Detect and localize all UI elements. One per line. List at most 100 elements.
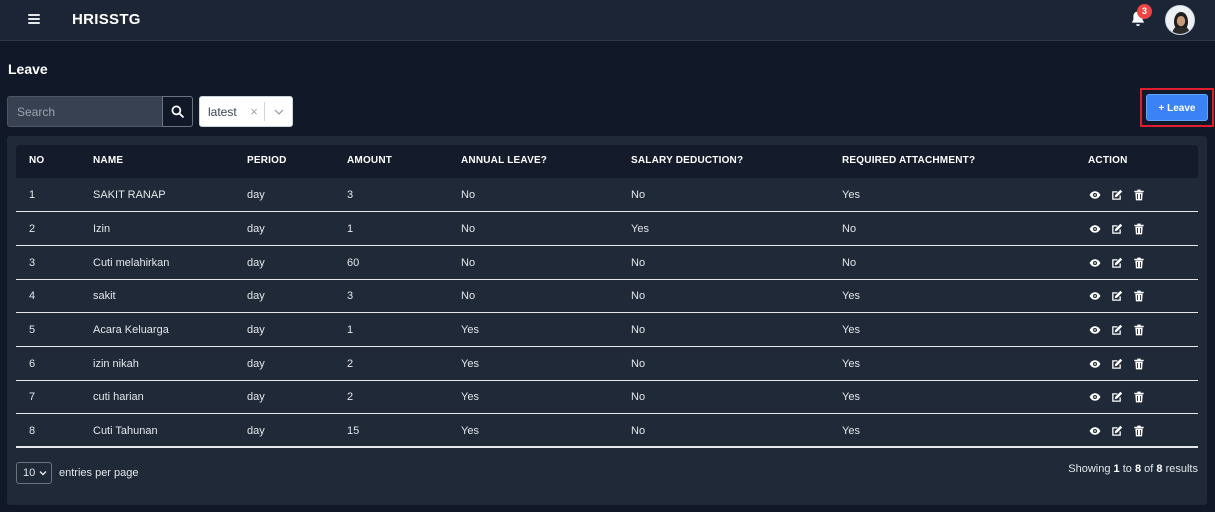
table-row: 2 Izin day 1 No Yes No: [16, 212, 1198, 246]
table-row: 5 Acara Keluarga day 1 Yes No Yes: [16, 313, 1198, 347]
cell-amount: 2: [347, 358, 354, 370]
menu-icon[interactable]: [28, 13, 40, 25]
row-actions: [1088, 188, 1146, 202]
cell-annual-leave: Yes: [461, 358, 479, 370]
cell-salary-deduction: No: [631, 425, 646, 437]
cell-salary-deduction: No: [631, 391, 646, 403]
column-header-annual-leave[interactable]: ANNUAL LEAVE?: [461, 155, 547, 166]
cell-required-attachment: Yes: [842, 358, 860, 370]
cell-name: Izin: [93, 223, 111, 235]
cell-annual-leave: Yes: [461, 324, 479, 336]
cell-required-attachment: No: [842, 223, 857, 235]
cell-salary-deduction: No: [631, 358, 646, 370]
row-actions: [1088, 390, 1146, 404]
cell-period: day: [247, 425, 265, 437]
cell-salary-deduction: No: [631, 189, 646, 201]
cell-salary-deduction: Yes: [631, 223, 649, 235]
cell-amount: 1: [347, 223, 354, 235]
edit-icon[interactable]: [1110, 424, 1124, 438]
cell-name: izin nikah: [93, 358, 139, 370]
table-row: 4 sakit day 3 No No Yes: [16, 279, 1198, 313]
eye-icon[interactable]: [1088, 289, 1102, 303]
eye-icon[interactable]: [1088, 323, 1102, 337]
table-row: 6 izin nikah day 2 Yes No Yes: [16, 347, 1198, 381]
cell-no: 3: [29, 257, 36, 269]
cell-period: day: [247, 290, 265, 302]
showing-prefix: Showing: [1068, 463, 1111, 475]
edit-icon[interactable]: [1110, 323, 1124, 337]
column-header-action: ACTION: [1088, 155, 1128, 166]
showing-from: 1: [1113, 463, 1120, 475]
cell-no: 7: [29, 391, 36, 403]
cell-required-attachment: Yes: [842, 189, 860, 201]
cell-annual-leave: No: [461, 257, 476, 269]
chevron-down-icon[interactable]: [265, 108, 292, 116]
trash-icon[interactable]: [1132, 256, 1146, 270]
trash-icon[interactable]: [1132, 390, 1146, 404]
entries-per-page-select[interactable]: 10: [16, 462, 52, 484]
edit-icon[interactable]: [1110, 357, 1124, 371]
column-header-no[interactable]: NO: [29, 155, 44, 166]
eye-icon[interactable]: [1088, 424, 1102, 438]
trash-icon[interactable]: [1132, 289, 1146, 303]
search-button[interactable]: [162, 96, 193, 127]
edit-icon[interactable]: [1110, 289, 1124, 303]
top-navbar: HRISSTG 3: [0, 0, 1215, 41]
eye-icon[interactable]: [1088, 222, 1102, 236]
column-header-required-attachment[interactable]: REQUIRED ATTACHMENT?: [842, 155, 975, 166]
search-input[interactable]: [7, 96, 163, 127]
eye-icon[interactable]: [1088, 357, 1102, 371]
edit-icon[interactable]: [1110, 188, 1124, 202]
eye-icon[interactable]: [1088, 256, 1102, 270]
showing-to-word: to: [1122, 463, 1132, 475]
cell-period: day: [247, 391, 265, 403]
trash-icon[interactable]: [1132, 323, 1146, 337]
row-actions: [1088, 323, 1146, 337]
cell-name: Cuti melahirkan: [93, 257, 170, 269]
cell-annual-leave: Yes: [461, 425, 479, 437]
row-actions: [1088, 222, 1146, 236]
app-brand[interactable]: HRISSTG: [72, 11, 141, 28]
row-actions: [1088, 289, 1146, 303]
trash-icon[interactable]: [1132, 222, 1146, 236]
cell-salary-deduction: No: [631, 324, 646, 336]
cell-period: day: [247, 358, 265, 370]
showing-suffix: results: [1165, 463, 1198, 475]
clear-icon[interactable]: ×: [244, 104, 264, 119]
cell-annual-leave: No: [461, 290, 476, 302]
edit-icon[interactable]: [1110, 390, 1124, 404]
cell-salary-deduction: No: [631, 290, 646, 302]
trash-icon[interactable]: [1132, 424, 1146, 438]
eye-icon[interactable]: [1088, 390, 1102, 404]
cell-period: day: [247, 223, 265, 235]
table-row: 1 SAKIT RANAP day 3 No No Yes: [16, 178, 1198, 212]
eye-icon[interactable]: [1088, 188, 1102, 202]
cell-amount: 15: [347, 425, 360, 437]
column-header-amount[interactable]: AMOUNT: [347, 155, 392, 166]
pagination-summary: Showing 1 to 8 of 8 results: [1068, 463, 1198, 475]
edit-icon[interactable]: [1110, 256, 1124, 270]
column-header-name[interactable]: NAME: [93, 155, 123, 166]
showing-total: 8: [1156, 463, 1163, 475]
table-header: [16, 145, 1198, 178]
sort-select[interactable]: latest ×: [199, 96, 293, 127]
cell-required-attachment: Yes: [842, 324, 860, 336]
chevron-down-icon: [39, 471, 47, 476]
add-leave-button[interactable]: + Leave: [1146, 94, 1208, 121]
cell-no: 1: [29, 189, 36, 201]
edit-icon[interactable]: [1110, 222, 1124, 236]
cell-no: 2: [29, 223, 36, 235]
cell-name: Cuti Tahunan: [93, 425, 158, 437]
column-header-salary-deduction[interactable]: SALARY DEDUCTION?: [631, 155, 743, 166]
cell-no: 6: [29, 358, 36, 370]
column-header-period[interactable]: PERIOD: [247, 155, 287, 166]
row-actions: [1088, 357, 1146, 371]
cell-amount: 3: [347, 290, 354, 302]
trash-icon[interactable]: [1132, 188, 1146, 202]
cell-name: sakit: [93, 290, 116, 302]
per-page-label: entries per page: [59, 467, 139, 479]
cell-no: 8: [29, 425, 36, 437]
trash-icon[interactable]: [1132, 357, 1146, 371]
avatar[interactable]: [1165, 5, 1195, 35]
table-row: 7 cuti harian day 2 Yes No Yes: [16, 380, 1198, 414]
